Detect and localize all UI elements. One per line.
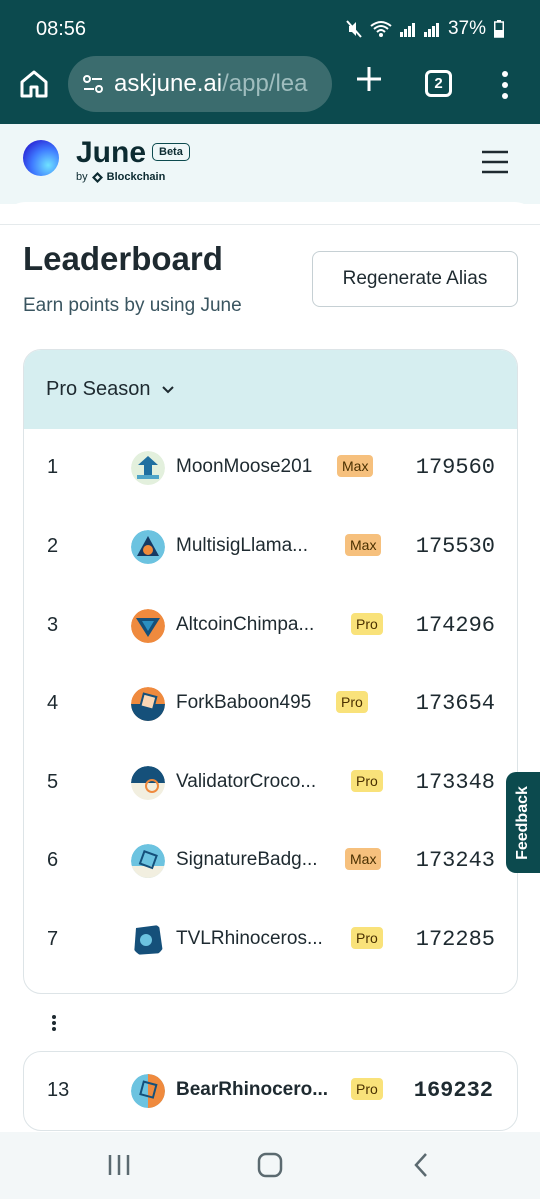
tier-badge: Max [337,455,374,477]
my-rank-card[interactable]: 13 BearRhinocero... Pro 169232 [23,1051,518,1131]
tab-switcher-button[interactable]: 2 [425,70,452,97]
leaderboard-row[interactable]: 1 MoonMoose201 Max 179560 [24,429,517,507]
feedback-label: Feedback [514,785,531,860]
leaderboard-row[interactable]: 6 SignatureBadg... Max 173243 [24,822,517,900]
wifi-icon [370,21,392,37]
regenerate-alias-button[interactable]: Regenerate Alias [312,251,518,307]
username: BearRhinocero... [176,1079,329,1100]
score: 179560 [415,455,495,480]
rank: 6 [47,849,59,871]
more-menu-icon[interactable] [498,70,512,100]
rank: 13 [47,1079,70,1101]
score: 172285 [415,927,495,952]
brand-name[interactable]: June [76,136,146,170]
mute-icon [346,20,362,38]
url-path: /app/lea [222,70,308,97]
tier-badge: Max [345,534,382,556]
rank: 5 [47,771,59,793]
hamburger-menu-icon[interactable] [482,150,508,174]
new-tab-icon[interactable] [354,64,384,94]
username: MultisigLlama... [176,535,308,556]
leaderboard-row[interactable]: 3 AltcoinChimpa... Pro 174296 [24,587,517,665]
byline: by Blockchain [76,171,165,183]
home-nav-icon[interactable] [257,1152,283,1178]
site-settings-icon[interactable] [82,73,104,95]
username: SignatureBadg... [176,849,318,870]
username: TVLRhinoceros... [176,928,323,949]
avatar [131,766,165,800]
june-logo-icon[interactable] [23,140,59,176]
beta-badge: Beta [152,143,190,161]
score: 173348 [415,770,495,795]
signal-icon [399,23,415,37]
divider [0,224,540,225]
address-bar[interactable]: askjune.ai/app/lea [68,56,332,112]
signal-icon-2 [423,23,439,37]
feedback-tab[interactable]: Feedback [506,772,540,873]
battery-icon [494,20,504,38]
status-bar: 08:56 37% [0,0,540,56]
browser-toolbar: askjune.ai/app/lea 2 [0,56,540,124]
avatar [131,1074,165,1108]
username: ValidatorCroco... [176,771,317,792]
url-host: askjune.ai [114,70,223,97]
back-icon[interactable] [412,1152,430,1178]
page-subtitle: Earn points by using June [23,295,242,316]
blockchain-logo-icon [91,171,103,183]
leaderboard-row[interactable]: 7 TVLRhinoceros... Pro 172285 [24,901,517,979]
leaderboard-card: Pro Season 1 MoonMoose201 Max 179560 2 M… [23,349,518,994]
rank: 4 [47,692,59,714]
avatar [131,844,165,878]
season-label: Pro Season [46,378,151,400]
score: 173654 [415,691,495,716]
avatar [131,687,165,721]
tier-badge: Pro [351,1078,383,1100]
more-entries-icon [52,1015,56,1031]
avatar [131,923,165,957]
status-icons: 37% [346,18,504,40]
avatar [131,530,165,564]
tier-badge: Pro [351,613,383,635]
status-time: 08:56 [36,18,87,40]
leaderboard-row[interactable]: 5 ValidatorCroco... Pro 173348 [24,744,517,822]
system-nav-bar [0,1132,540,1199]
score: 169232 [413,1078,493,1103]
score: 175530 [415,534,495,559]
rank: 3 [47,614,59,636]
score: 173243 [415,848,495,873]
tier-badge: Pro [351,927,383,949]
byline-company: Blockchain [106,171,166,183]
tier-badge: Pro [351,770,383,792]
username: MoonMoose201 [176,456,313,477]
tier-badge: Pro [336,691,368,713]
rank: 2 [47,535,59,557]
home-icon[interactable] [18,68,50,100]
season-dropdown[interactable]: Pro Season [24,350,517,429]
app-header: June Beta by Blockchain [0,124,540,204]
leaderboard-row[interactable]: 2 MultisigLlama... Max 175530 [24,508,517,586]
username: AltcoinChimpa... [176,614,315,635]
byline-prefix: by [76,171,88,183]
score: 174296 [415,613,495,638]
rank: 1 [47,456,59,478]
battery-percent: 37% [447,18,486,39]
chevron-down-icon [161,385,174,393]
username: ForkBaboon495 [176,692,312,713]
url-text: askjune.ai/app/lea [114,70,307,98]
avatar [131,451,165,485]
leaderboard-row[interactable]: 4 ForkBaboon495 Pro 173654 [24,665,517,743]
page-title: Leaderboard [23,240,223,277]
rank: 7 [47,928,59,950]
avatar [131,609,165,643]
tier-badge: Max [345,848,382,870]
recent-apps-icon[interactable] [107,1152,131,1178]
